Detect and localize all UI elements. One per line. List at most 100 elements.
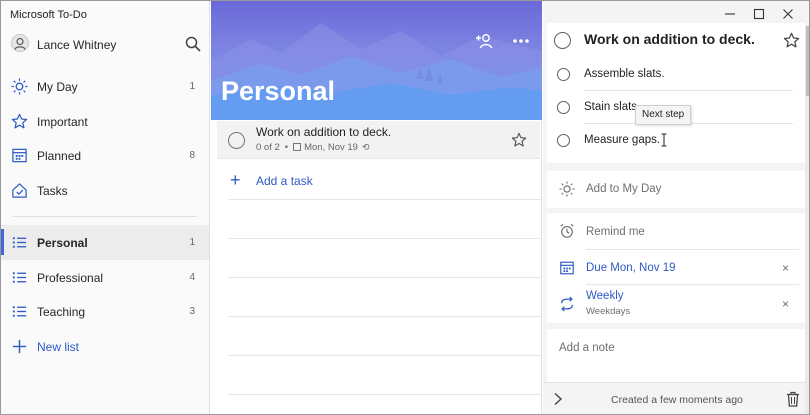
task-title[interactable]: Work on addition to deck. xyxy=(256,125,391,139)
new-list-button[interactable]: New list xyxy=(1,329,209,364)
repeat-sub-label: Weekdays xyxy=(586,306,631,317)
person-icon xyxy=(14,37,26,50)
sidebar: Microsoft To-Do Lance Whitney My Day 1 I… xyxy=(1,1,210,414)
sidebar-item-tasks[interactable]: Tasks xyxy=(1,173,209,208)
created-timestamp: Created a few moments ago xyxy=(611,394,743,406)
more-options-icon[interactable] xyxy=(511,32,531,50)
user-profile[interactable]: Lance Whitney xyxy=(1,31,209,57)
close-icon[interactable] xyxy=(781,7,795,21)
add-to-my-day-panel[interactable]: Add to My Day xyxy=(547,171,805,208)
divider xyxy=(228,394,542,395)
task-meta: 0 of 2 • Mon, Nov 19 ⟲ xyxy=(256,142,370,153)
divider xyxy=(228,199,542,200)
list-icon xyxy=(12,271,27,283)
due-date-label: Due Mon, Nov 19 xyxy=(586,262,676,274)
sidebar-item-planned[interactable]: Planned 8 xyxy=(1,138,209,173)
step-label[interactable]: Assemble slats. xyxy=(584,68,665,80)
step-item[interactable]: Measure gaps. xyxy=(547,128,805,154)
task-complete-checkbox[interactable] xyxy=(554,32,571,49)
detail-footer: Created a few moments ago xyxy=(543,382,805,414)
sidebar-item-label: Tasks xyxy=(37,183,68,198)
task-detail-title[interactable]: Work on addition to deck. xyxy=(584,31,755,47)
plus-icon: + xyxy=(230,170,241,190)
task-due-date: Mon, Nov 19 xyxy=(304,142,358,153)
app-title: Microsoft To-Do xyxy=(10,9,87,21)
minimize-icon[interactable] xyxy=(723,7,737,21)
add-task-button[interactable]: + Add a task xyxy=(230,170,530,190)
repeat-button[interactable]: Weekly Weekdays × xyxy=(547,285,805,323)
sidebar-item-count: 8 xyxy=(189,150,195,161)
sidebar-item-count: 4 xyxy=(189,271,195,283)
sidebar-item-my-day[interactable]: My Day 1 xyxy=(1,69,209,104)
divider xyxy=(228,277,542,278)
sidebar-nav: My Day 1 Important Planned 8 Tasks Perso… xyxy=(1,69,209,363)
task-steps-progress: 0 of 2 xyxy=(256,142,280,153)
divider xyxy=(584,90,793,91)
list-icon xyxy=(12,306,27,317)
step-checkbox[interactable] xyxy=(557,134,570,147)
trash-icon[interactable] xyxy=(786,391,800,407)
repeat-icon xyxy=(561,296,573,312)
remove-repeat-icon[interactable]: × xyxy=(782,297,789,311)
detail-scrollbar[interactable] xyxy=(805,26,809,414)
step-checkbox[interactable] xyxy=(557,68,570,81)
sidebar-item-label: Teaching xyxy=(37,305,86,319)
repeat-icon: ⟲ xyxy=(361,142,370,152)
calendar-icon xyxy=(12,148,27,163)
plus-icon xyxy=(12,339,27,353)
sidebar-item-important[interactable]: Important xyxy=(1,104,209,139)
alarm-clock-icon xyxy=(560,223,574,238)
due-date-button[interactable]: Due Mon, Nov 19 × xyxy=(547,250,805,284)
calendar-icon xyxy=(293,143,302,151)
sidebar-item-professional[interactable]: Professional 4 xyxy=(1,260,209,295)
user-name[interactable]: Lance Whitney xyxy=(37,38,116,52)
sidebar-item-label: Important xyxy=(37,114,88,129)
repeat-label: Weekly xyxy=(586,290,624,302)
maximize-icon[interactable] xyxy=(752,7,766,21)
reminders-panel: Remind me Due Mon, Nov 19 × Weekly Weekd… xyxy=(547,213,805,323)
remind-me-button[interactable]: Remind me xyxy=(547,213,805,249)
add-task-label: Add a task xyxy=(256,174,313,188)
step-input[interactable]: Measure gaps. xyxy=(584,134,660,146)
scrollbar-thumb[interactable] xyxy=(806,26,809,96)
step-label[interactable]: Stain slats xyxy=(584,101,637,113)
divider xyxy=(228,238,542,239)
task-list-pane: Personal Work on addition to deck. 0 of … xyxy=(211,1,542,414)
app-window: Microsoft To-Do Lance Whitney My Day 1 I… xyxy=(0,0,810,415)
star-icon[interactable] xyxy=(783,32,800,49)
sidebar-item-teaching[interactable]: Teaching 3 xyxy=(1,294,209,329)
sidebar-item-label: Professional xyxy=(37,270,104,285)
task-complete-checkbox[interactable] xyxy=(228,132,245,149)
next-step-tooltip: Next step xyxy=(635,105,692,125)
step-item[interactable]: Assemble slats. xyxy=(547,62,805,88)
sidebar-item-count: 3 xyxy=(189,306,195,317)
search-icon[interactable] xyxy=(184,35,202,53)
sun-icon xyxy=(11,78,28,95)
task-detail-pane: Work on addition to deck. Assemble slats… xyxy=(543,1,809,414)
list-title: Personal xyxy=(221,76,336,106)
list-icon xyxy=(12,237,27,248)
remind-me-label: Remind me xyxy=(586,226,645,238)
sidebar-item-personal[interactable]: Personal 1 xyxy=(1,225,209,260)
note-placeholder[interactable]: Add a note xyxy=(559,342,615,354)
avatar[interactable] xyxy=(11,34,29,52)
text-cursor-icon xyxy=(661,133,667,147)
chevron-right-icon[interactable] xyxy=(552,392,564,406)
sun-icon xyxy=(559,181,575,197)
note-field[interactable]: Add a note xyxy=(547,329,805,382)
remove-due-date-icon[interactable]: × xyxy=(782,261,789,275)
sidebar-item-count: 1 xyxy=(189,237,195,248)
home-icon xyxy=(12,182,27,198)
share-list-icon[interactable] xyxy=(475,31,495,51)
step-checkbox[interactable] xyxy=(557,101,570,114)
sidebar-divider xyxy=(13,216,197,217)
task-detail-card: Work on addition to deck. Assemble slats… xyxy=(547,23,805,163)
calendar-icon xyxy=(560,261,574,275)
list-header-banner: Personal xyxy=(211,1,542,120)
new-list-label: New list xyxy=(37,339,80,354)
sidebar-item-count: 1 xyxy=(189,81,195,92)
task-item[interactable]: Work on addition to deck. 0 of 2 • Mon, No… xyxy=(217,121,540,159)
star-icon[interactable] xyxy=(511,132,527,148)
sidebar-item-label: My Day xyxy=(37,80,78,94)
sidebar-item-label: Personal xyxy=(37,236,88,250)
